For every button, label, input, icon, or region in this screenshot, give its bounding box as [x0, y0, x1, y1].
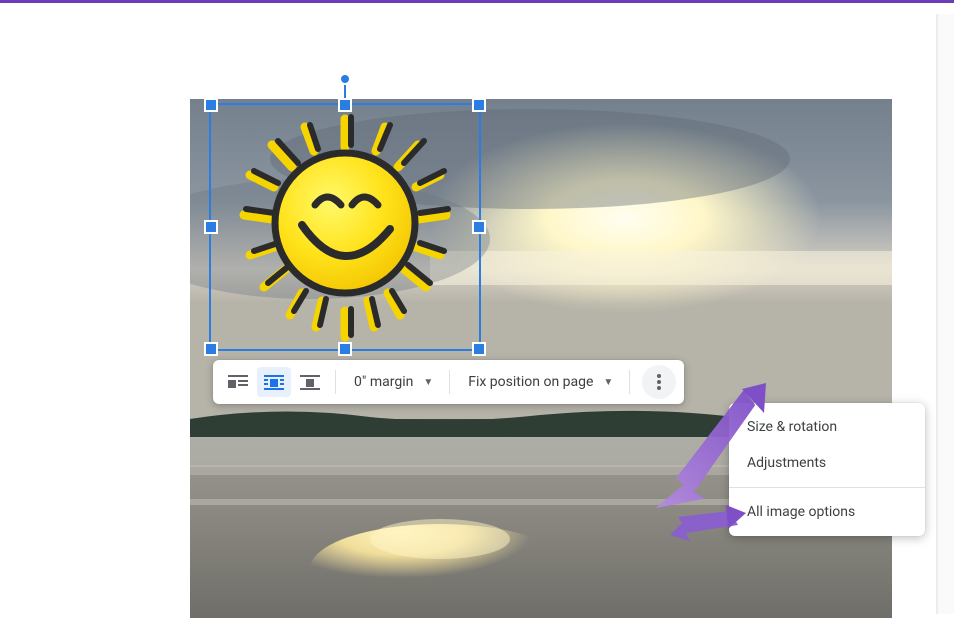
menu-size-rotation[interactable]: Size & rotation: [729, 409, 925, 445]
image-toolbar: 0" margin ▼ Fix position on page ▼: [213, 360, 684, 404]
toolbar-separator: [449, 370, 450, 394]
margin-dropdown[interactable]: 0" margin ▼: [344, 367, 441, 397]
wrap-text-icon: [264, 374, 284, 390]
rotate-handle-line: [344, 81, 346, 99]
caret-down-icon: ▼: [423, 377, 433, 388]
margin-label: 0" margin: [354, 374, 413, 390]
wrap-inline-icon: [228, 374, 248, 390]
background-photo: [190, 99, 892, 618]
wrap-inline-button[interactable]: [221, 367, 255, 397]
menu-adjustments[interactable]: Adjustments: [729, 445, 925, 481]
more-options-menu: Size & rotation Adjustments All image op…: [729, 403, 925, 536]
menu-separator: [729, 487, 925, 488]
vertical-scrollbar[interactable]: [936, 14, 954, 614]
toolbar-separator: [629, 370, 630, 394]
rotate-handle[interactable]: [339, 73, 351, 85]
toolbar-separator: [335, 370, 336, 394]
break-text-button[interactable]: [293, 367, 327, 397]
menu-all-image-options[interactable]: All image options: [729, 494, 925, 530]
caret-down-icon: ▼: [603, 377, 613, 388]
wrap-text-button[interactable]: [257, 367, 291, 397]
position-dropdown[interactable]: Fix position on page ▼: [458, 367, 621, 397]
position-label: Fix position on page: [468, 374, 593, 390]
more-options-button[interactable]: [642, 365, 676, 399]
break-text-icon: [300, 374, 320, 390]
kebab-icon: [657, 374, 661, 390]
